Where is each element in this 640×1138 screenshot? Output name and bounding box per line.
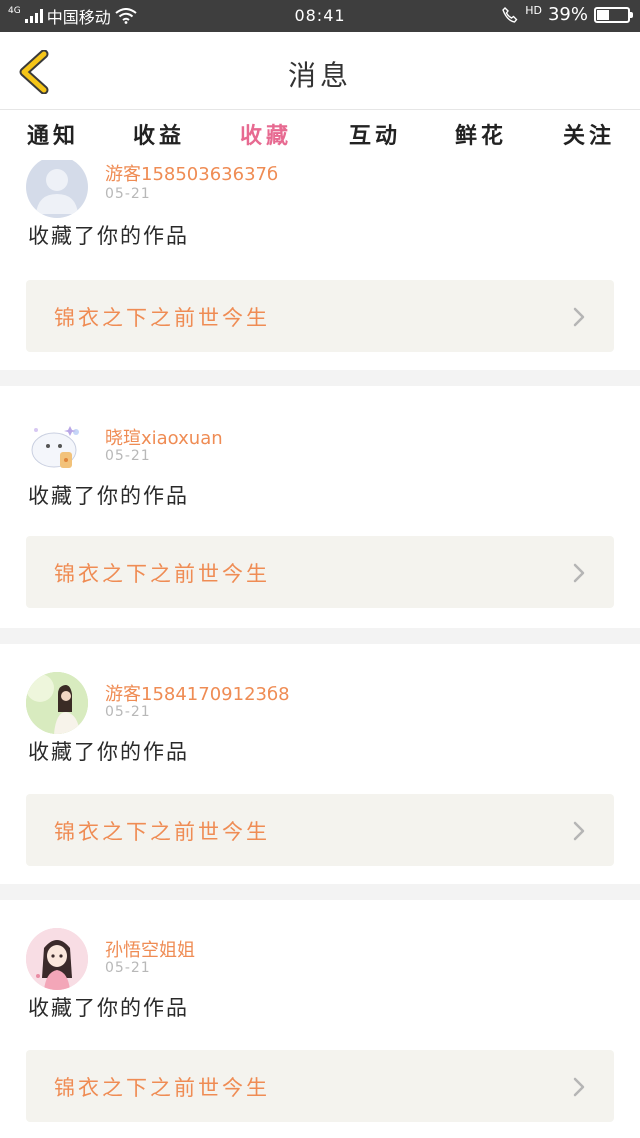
list-divider: [0, 884, 640, 900]
battery-icon: [594, 6, 633, 23]
work-link[interactable]: 锦衣之下之前世今生: [26, 1050, 614, 1122]
message-date: 05-21: [105, 186, 151, 202]
work-title: 锦衣之下之前世今生: [54, 820, 270, 844]
tab-earnings[interactable]: 收益: [124, 118, 194, 150]
tab-following[interactable]: 关注: [554, 118, 624, 150]
work-title: 锦衣之下之前世今生: [54, 1076, 270, 1100]
list-divider: [0, 370, 640, 386]
list-item: 游客15841709123б8 05-21 收藏了你的作品 锦衣之下之前世今生: [0, 644, 640, 884]
work-link[interactable]: 锦衣之下之前世今生: [26, 794, 614, 866]
chevron-right-icon: [573, 307, 585, 327]
avatar[interactable]: [26, 928, 88, 990]
message-date: 05-21: [105, 960, 151, 976]
photo-avatar-icon: [26, 672, 88, 734]
list-divider: [0, 628, 640, 644]
chevron-right-icon: [573, 563, 585, 583]
avatar[interactable]: [26, 160, 88, 218]
action-text: 收藏了你的作品: [28, 740, 189, 764]
status-right: HD 39%: [501, 4, 633, 25]
work-link[interactable]: 锦衣之下之前世今生: [26, 536, 614, 608]
battery-percent: 39%: [547, 4, 588, 25]
message-date: 05-21: [105, 448, 151, 464]
tab-interactions[interactable]: 互动: [340, 118, 410, 150]
tab-flowers[interactable]: 鲜花: [446, 118, 516, 150]
list-item: 晓瑄xiaoxuan 05-21 收藏了你的作品 锦衣之下之前世今生: [0, 386, 640, 628]
hd-badge: HD: [525, 4, 542, 17]
action-text: 收藏了你的作品: [28, 996, 189, 1020]
avatar[interactable]: [26, 672, 88, 734]
work-title: 锦衣之下之前世今生: [54, 562, 270, 586]
chevron-right-icon: [573, 821, 585, 841]
action-text: 收藏了你的作品: [28, 484, 189, 508]
page-title: 消息: [287, 59, 352, 92]
tab-favorites[interactable]: 收藏: [231, 118, 301, 164]
status-bar: 4G 中国移动 08:41 HD 39%: [0, 0, 640, 32]
list-item: 孙悟空姐姐 05-21 收藏了你的作品 锦衣之下之前世今生: [0, 900, 640, 1138]
nav-header: 消息: [0, 32, 640, 110]
tab-notifications[interactable]: 通知: [18, 118, 88, 150]
chevron-right-icon: [573, 1077, 585, 1097]
tab-favorites-label: 收藏: [239, 124, 292, 149]
work-title: 锦衣之下之前世今生: [54, 306, 270, 330]
cartoon-avatar-icon: [31, 426, 79, 468]
work-link[interactable]: 锦衣之下之前世今生: [26, 280, 614, 352]
avatar[interactable]: [26, 416, 88, 478]
user-name[interactable]: 晓瑄xiaoxuan: [105, 424, 223, 450]
tab-bar: 通知 收益 收藏 互动 鲜花 关注: [0, 110, 640, 164]
illustrated-avatar-icon: [26, 928, 88, 990]
battery-fill: [597, 9, 609, 20]
call-icon: [502, 6, 518, 23]
user-name[interactable]: 孙悟空姐姐: [105, 936, 195, 962]
message-list[interactable]: 游客15850363637б 05-21 收藏了你的作品 锦衣之下之前世今生 晓…: [0, 160, 640, 1138]
user-name[interactable]: 游客15850363637б: [105, 160, 278, 186]
list-item: 游客15850363637б 05-21 收藏了你的作品 锦衣之下之前世今生: [0, 160, 640, 370]
user-name[interactable]: 游客15841709123б8: [105, 680, 290, 706]
action-text: 收藏了你的作品: [28, 224, 189, 248]
message-date: 05-21: [105, 704, 151, 720]
default-avatar-icon: [36, 169, 78, 214]
